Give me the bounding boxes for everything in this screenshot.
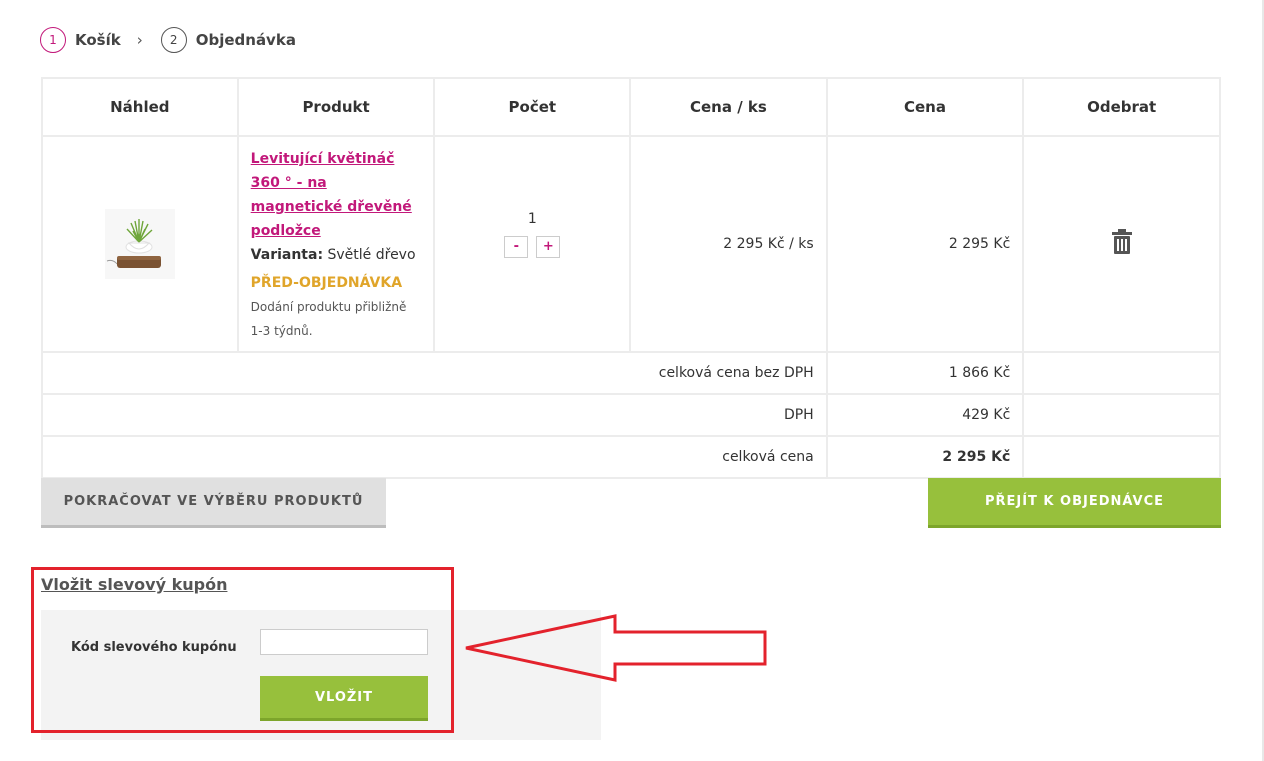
chevron-right-icon: ›: [136, 31, 143, 49]
product-thumbnail-cell: [41, 135, 239, 353]
total-price: 2 295 Kč: [825, 435, 1025, 479]
decrease-quantity-button[interactable]: -: [504, 235, 529, 258]
continue-shopping-button[interactable]: POKRAČOVAT VE VÝBĚRU PRODUKTŮ: [41, 478, 386, 528]
step-cart[interactable]: 1 Košík: [40, 27, 121, 53]
step-label: Objednávka: [195, 31, 296, 49]
product-variant: Varianta: Světlé dřevo: [251, 243, 422, 267]
product-thumbnail[interactable]: [104, 209, 175, 279]
summary-label: celková cena: [41, 435, 828, 479]
summary-row-net: celková cena bez DPH 1 866 Kč: [41, 351, 1221, 395]
step-number: 1: [40, 27, 66, 53]
summary-empty: [1022, 393, 1221, 437]
header-quantity: Počet: [433, 77, 632, 137]
summary-value: 429 Kč: [825, 393, 1025, 437]
increase-quantity-button[interactable]: +: [536, 235, 561, 258]
header-unit-price: Cena / ks: [629, 77, 828, 137]
step-number: 2: [160, 27, 187, 53]
header-price: Cena: [825, 77, 1025, 137]
product-info-cell: Levitující květináč 360 ° - na magnetick…: [236, 135, 436, 353]
step-order[interactable]: 2 Objednávka: [160, 27, 296, 53]
header-remove: Odebrat: [1022, 77, 1221, 137]
remove-cell: [1022, 135, 1221, 353]
summary-label: DPH: [41, 393, 828, 437]
table-row: Levitující květináč 360 ° - na magnetick…: [41, 135, 1221, 353]
summary-empty: [1022, 435, 1221, 479]
go-to-order-button[interactable]: PŘEJÍT K OBJEDNÁVCE: [928, 478, 1221, 528]
variant-value: Světlé dřevo: [327, 247, 416, 263]
line-price: 2 295 Kč: [825, 135, 1025, 353]
quantity-stepper: - +: [435, 235, 629, 258]
quantity-cell: 1 - +: [433, 135, 632, 353]
checkout-steps: 1 Košík › 2 Objednávka: [40, 27, 296, 53]
preorder-badge: PŘED-OBJEDNÁVKA: [250, 275, 403, 291]
step-label: Košík: [75, 31, 121, 49]
summary-row-vat: DPH 429 Kč: [41, 393, 1221, 437]
summary-value: 1 866 Kč: [825, 351, 1025, 395]
summary-empty: [1022, 351, 1221, 395]
delivery-note: Dodání produktu přibližně 1-3 týdnů.: [250, 300, 407, 338]
variant-label: Varianta:: [250, 247, 324, 263]
summary-label: celková cena bez DPH: [41, 351, 828, 395]
annotation-highlight-box: [31, 567, 454, 733]
header-product: Produkt: [236, 77, 436, 137]
header-preview: Náhled: [41, 77, 239, 137]
unit-price: 2 295 Kč / ks: [629, 135, 828, 353]
table-header-row: Náhled Produkt Počet Cena / ks Cena Odeb…: [41, 77, 1221, 137]
annotation-arrow: [465, 614, 767, 682]
quantity-value: 1: [527, 210, 537, 227]
product-name-link[interactable]: Levitující květináč 360 ° - na magnetick…: [251, 147, 422, 243]
cart-table: Náhled Produkt Počet Cena / ks Cena Odeb…: [41, 77, 1221, 479]
summary-row-total: celková cena 2 295 Kč: [41, 435, 1221, 479]
trash-icon[interactable]: [1111, 229, 1133, 255]
